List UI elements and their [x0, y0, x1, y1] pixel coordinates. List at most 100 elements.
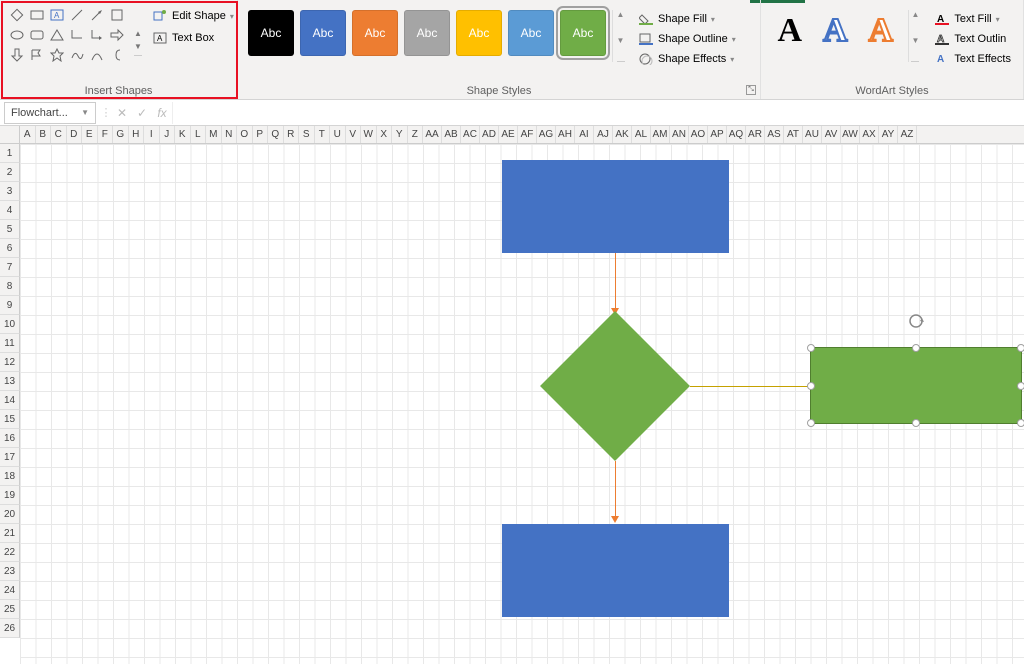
column-header[interactable]: AU	[803, 126, 822, 143]
diamond-shape-icon[interactable]	[8, 6, 26, 24]
resize-handle[interactable]	[1017, 344, 1024, 352]
edit-shape-button[interactable]: Edit Shape ▾	[148, 6, 238, 26]
row-header[interactable]: 11	[0, 334, 20, 353]
column-header[interactable]: C	[51, 126, 67, 143]
cancel-formula-button[interactable]: ✕	[112, 106, 132, 120]
row-header[interactable]: 9	[0, 296, 20, 315]
row-header[interactable]: 2	[0, 163, 20, 182]
column-header[interactable]: AB	[442, 126, 461, 143]
column-header[interactable]: AZ	[898, 126, 917, 143]
column-header[interactable]: O	[237, 126, 253, 143]
column-header[interactable]: W	[361, 126, 377, 143]
column-header[interactable]: AE	[499, 126, 518, 143]
column-header[interactable]: AA	[423, 126, 442, 143]
column-header[interactable]: AV	[822, 126, 841, 143]
row-header[interactable]: 7	[0, 258, 20, 277]
row-header[interactable]: 15	[0, 410, 20, 429]
column-header[interactable]: J	[160, 126, 176, 143]
column-header[interactable]: AM	[651, 126, 670, 143]
row-header[interactable]: 3	[0, 182, 20, 201]
row-header[interactable]: 13	[0, 372, 20, 391]
shape-fill-button[interactable]: Shape Fill ▾	[636, 10, 738, 28]
row-header[interactable]: 22	[0, 543, 20, 562]
resize-handle[interactable]	[1017, 419, 1024, 427]
arrow-line-icon[interactable]	[88, 6, 106, 24]
resize-handle[interactable]	[912, 419, 920, 427]
column-header[interactable]: AK	[613, 126, 632, 143]
line-shape-icon[interactable]	[68, 6, 86, 24]
flowchart-process-selected[interactable]	[810, 347, 1022, 424]
column-header[interactable]: AQ	[727, 126, 746, 143]
column-header[interactable]: H	[129, 126, 145, 143]
column-header[interactable]: P	[253, 126, 269, 143]
column-header[interactable]: AI	[575, 126, 594, 143]
resize-handle[interactable]	[807, 419, 815, 427]
wordart-style-2[interactable]: A	[817, 10, 855, 52]
resize-handle[interactable]	[912, 344, 920, 352]
row-header[interactable]: 12	[0, 353, 20, 372]
column-header[interactable]: T	[315, 126, 331, 143]
column-header[interactable]: AF	[518, 126, 537, 143]
shape-styles-dialog-launcher[interactable]: ⤡	[746, 85, 756, 95]
shapes-gallery-more[interactable]: ▲▼	[134, 4, 142, 81]
column-header[interactable]: F	[98, 126, 114, 143]
textbox-shape-icon[interactable]: A	[48, 6, 66, 24]
shapes-gallery[interactable]: A	[6, 4, 128, 81]
connector-right[interactable]	[690, 386, 810, 387]
flowchart-process-top[interactable]	[502, 160, 729, 253]
column-header[interactable]: AO	[689, 126, 708, 143]
column-header[interactable]: X	[377, 126, 393, 143]
shape-effects-button[interactable]: Shape Effects ▾	[636, 50, 738, 68]
row-header[interactable]: 18	[0, 467, 20, 486]
rect-shape-icon[interactable]	[28, 6, 46, 24]
column-header[interactable]: AS	[765, 126, 784, 143]
text-outline-button[interactable]: A Text Outlin	[932, 30, 1013, 48]
column-header[interactable]: E	[82, 126, 98, 143]
column-header[interactable]: M	[206, 126, 222, 143]
triangle-shape-icon[interactable]	[48, 26, 66, 44]
row-header[interactable]: 10	[0, 315, 20, 334]
shape-style-swatch-5[interactable]: Abc	[508, 10, 554, 56]
row-header[interactable]: 6	[0, 239, 20, 258]
row-header[interactable]: 4	[0, 201, 20, 220]
row-header[interactable]: 19	[0, 486, 20, 505]
shape-style-swatch-1[interactable]: Abc	[300, 10, 346, 56]
column-header[interactable]: L	[191, 126, 207, 143]
rounded-rect-icon[interactable]	[28, 26, 46, 44]
row-header[interactable]: 26	[0, 619, 20, 638]
row-header[interactable]: 21	[0, 524, 20, 543]
shape-style-swatch-4[interactable]: Abc	[456, 10, 502, 56]
column-header[interactable]: V	[346, 126, 362, 143]
row-header[interactable]: 23	[0, 562, 20, 581]
column-header[interactable]: AD	[480, 126, 499, 143]
row-header[interactable]: 25	[0, 600, 20, 619]
column-header[interactable]: AT	[784, 126, 803, 143]
column-header[interactable]: Y	[392, 126, 408, 143]
text-fill-button[interactable]: A Text Fill ▾	[932, 10, 1013, 28]
insert-function-button[interactable]: fx	[152, 106, 172, 120]
shape-style-gallery[interactable]: AbcAbcAbcAbcAbcAbcAbc	[248, 10, 606, 56]
row-header[interactable]: 1	[0, 144, 20, 163]
row-header[interactable]: 5	[0, 220, 20, 239]
flag-shape-icon[interactable]	[28, 46, 46, 64]
row-header[interactable]: 20	[0, 505, 20, 524]
column-header[interactable]: N	[222, 126, 238, 143]
row-header[interactable]: 17	[0, 448, 20, 467]
wordart-gallery-scroll[interactable]: ▲▼	[908, 10, 921, 62]
freeform-icon[interactable]	[68, 46, 86, 64]
column-header[interactable]: R	[284, 126, 300, 143]
wordart-style-1[interactable]: A	[771, 10, 809, 52]
column-header[interactable]: I	[144, 126, 160, 143]
row-header[interactable]: 16	[0, 429, 20, 448]
column-header[interactable]: AP	[708, 126, 727, 143]
row-header[interactable]: 14	[0, 391, 20, 410]
star-shape-icon[interactable]	[48, 46, 66, 64]
name-box[interactable]: Flowchart... ▼	[4, 102, 96, 124]
curve-icon[interactable]	[88, 46, 106, 64]
connector-bottom[interactable]	[615, 461, 616, 519]
oval-shape-icon[interactable]	[8, 26, 26, 44]
right-arrow-icon[interactable]	[108, 26, 126, 44]
column-header[interactable]: Z	[408, 126, 424, 143]
shape-style-swatch-6[interactable]: Abc	[560, 10, 606, 56]
resize-handle[interactable]	[807, 344, 815, 352]
